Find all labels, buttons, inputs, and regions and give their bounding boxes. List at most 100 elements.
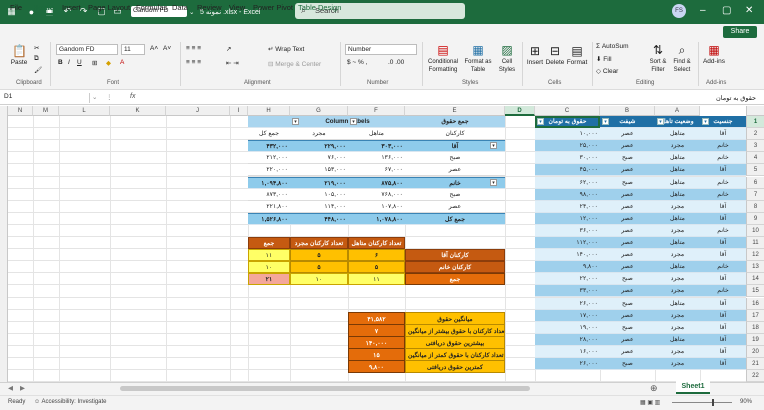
stat-label[interactable]: تعداد کارکنان با حقوق بیشتر از میانگین: [405, 323, 505, 337]
column-header[interactable]: E: [405, 106, 505, 116]
table-cell[interactable]: آقا: [700, 345, 746, 358]
table-cell[interactable]: عصر: [600, 237, 655, 249]
stat-value[interactable]: ۱۵: [348, 347, 405, 361]
table-cell[interactable]: متاهل: [655, 297, 700, 310]
underline-button[interactable]: U: [77, 59, 82, 66]
table-cell[interactable]: صبح: [600, 152, 655, 165]
pivot-header-blank[interactable]: [248, 116, 290, 128]
table-cell[interactable]: عصر: [600, 188, 655, 201]
format-as-table-button[interactable]: ▦ Format as Table: [462, 43, 494, 74]
filter-dropdown-icon[interactable]: ▾: [702, 118, 709, 125]
pivot-value[interactable]: ۷۶۸,۰۰۰: [348, 188, 405, 201]
table-cell[interactable]: آقا: [700, 249, 746, 262]
copy-icon[interactable]: ⧉: [34, 55, 39, 63]
table-cell[interactable]: ۲۸,۰۰۰: [535, 333, 600, 346]
stat-label[interactable]: بیشترین حقوق دریافتی: [405, 335, 505, 349]
tab-scroll-right-icon[interactable]: ▶: [20, 384, 25, 392]
view-normal-icon[interactable]: ▦ ▣ ▥: [640, 399, 660, 406]
row-header[interactable]: 17: [746, 309, 764, 322]
table-cell[interactable]: صبح: [600, 321, 655, 334]
tab-power-pivot[interactable]: Power Pivot: [253, 3, 293, 12]
sort-filter-button[interactable]: ⇅ Sort & Filter: [646, 43, 670, 74]
row-header[interactable]: 15: [746, 285, 764, 298]
count-row-label[interactable]: کارکنان خانم: [405, 261, 505, 274]
tab-insert[interactable]: Insert: [62, 3, 81, 12]
borders-icon[interactable]: ⊞: [92, 59, 97, 67]
pivot-value[interactable]: ۸۷۵,۸۰۰: [348, 176, 405, 189]
number-format-select[interactable]: Number: [345, 44, 417, 55]
pivot-filter-icon[interactable]: ▾: [292, 118, 299, 125]
table-cell[interactable]: متاهل: [655, 333, 700, 346]
table-cell[interactable]: ۲۲,۰۰۰: [535, 273, 600, 286]
pivot-row-label[interactable]: عصر: [405, 200, 505, 213]
row-header[interactable]: 10: [746, 224, 764, 237]
row-header[interactable]: 16: [746, 297, 764, 310]
select-all-corner[interactable]: [746, 106, 764, 116]
stat-value[interactable]: ۹,۸۰۰: [348, 360, 405, 373]
column-header[interactable]: K: [110, 106, 166, 116]
tab-view[interactable]: View: [229, 3, 245, 12]
table-cell[interactable]: آقا: [700, 212, 746, 225]
table-cell[interactable]: متاهل: [655, 152, 700, 165]
tab-data[interactable]: Data: [172, 3, 188, 12]
minimize-icon[interactable]: –: [700, 5, 706, 16]
column-header[interactable]: C: [535, 106, 600, 116]
table-cell[interactable]: عصر: [600, 309, 655, 322]
table-cell[interactable]: خانم: [700, 152, 746, 165]
table-cell[interactable]: خانم: [700, 224, 746, 237]
table-cell[interactable]: مجرد: [655, 285, 700, 298]
table-cell[interactable]: متاهل: [655, 176, 700, 189]
table-cell[interactable]: خانم: [700, 261, 746, 274]
table-cell[interactable]: مجرد: [655, 249, 700, 262]
count-row-label[interactable]: کارکنان آقا: [405, 249, 505, 262]
pivot-filter-icon[interactable]: ▾: [490, 142, 497, 150]
count-row-label[interactable]: جمع: [405, 273, 505, 286]
pivot-col-married[interactable]: متاهل: [348, 128, 405, 141]
pivot-value[interactable]: ۱۱۴,۰۰۰: [290, 200, 348, 213]
bold-button[interactable]: B: [58, 59, 63, 66]
accessibility-status[interactable]: ☺ Accessibility: Investigate: [34, 399, 107, 405]
column-header[interactable]: D: [505, 106, 535, 116]
table-cell[interactable]: آقا: [700, 237, 746, 249]
table-cell[interactable]: ۲۶,۰۰۰: [535, 358, 600, 370]
table-cell[interactable]: ۳۰,۰۰۰: [535, 152, 600, 165]
column-header[interactable]: B: [600, 106, 655, 116]
tab-file[interactable]: File: [10, 3, 22, 12]
table-cell[interactable]: آقا: [700, 358, 746, 370]
table-cell[interactable]: عصر: [600, 224, 655, 237]
pivot-row-header[interactable]: کارکنان: [405, 128, 505, 141]
row-header[interactable]: 4: [746, 152, 764, 165]
zoom-slider[interactable]: [672, 402, 732, 403]
stat-label[interactable]: کمترین حقوق دریافتی: [405, 360, 505, 373]
table-cell[interactable]: آقا: [700, 164, 746, 177]
pivot-value[interactable]: ۲۲۱,۸۰۰: [248, 200, 290, 213]
name-box-dropdown-icon[interactable]: ⌄: [92, 93, 97, 101]
table-cell[interactable]: خانم: [700, 176, 746, 189]
delete-cells-button[interactable]: ⊟ Delete: [545, 44, 565, 67]
table-cell[interactable]: عصر: [600, 212, 655, 225]
close-icon[interactable]: ✕: [745, 5, 753, 16]
table-cell[interactable]: عصر: [600, 249, 655, 262]
table-cell[interactable]: صبح: [600, 358, 655, 370]
pivot-value[interactable]: ۱۰۵,۰۰۰: [290, 188, 348, 201]
pivot-col-total[interactable]: جمع کل: [248, 128, 290, 141]
count-value[interactable]: ۶: [348, 249, 405, 262]
row-header[interactable]: 2: [746, 128, 764, 141]
cut-icon[interactable]: ✂: [34, 44, 39, 52]
table-cell[interactable]: آقا: [700, 321, 746, 334]
column-header[interactable]: G: [290, 106, 348, 116]
table-cell[interactable]: ۳۶,۰۰۰: [535, 224, 600, 237]
row-header[interactable]: 22: [746, 370, 764, 383]
row-header[interactable]: 14: [746, 273, 764, 286]
table-cell[interactable]: ۲۶,۰۰۰: [535, 297, 600, 310]
pivot-column-labels[interactable]: Column Labels: [290, 116, 405, 128]
font-name-select[interactable]: Gandom FD: [56, 44, 118, 55]
count-header[interactable]: جمع: [248, 237, 290, 249]
table-cell[interactable]: صبح: [600, 273, 655, 286]
table-cell[interactable]: مجرد: [655, 224, 700, 237]
table-cell[interactable]: متاهل: [655, 212, 700, 225]
table-cell[interactable]: ۱۰,۰۰۰: [535, 128, 600, 141]
table-cell[interactable]: ۹۸,۰۰۰: [535, 188, 600, 201]
tab-table-design[interactable]: Table Design: [298, 3, 341, 12]
formula-input[interactable]: حقوق به تومان: [520, 94, 756, 102]
